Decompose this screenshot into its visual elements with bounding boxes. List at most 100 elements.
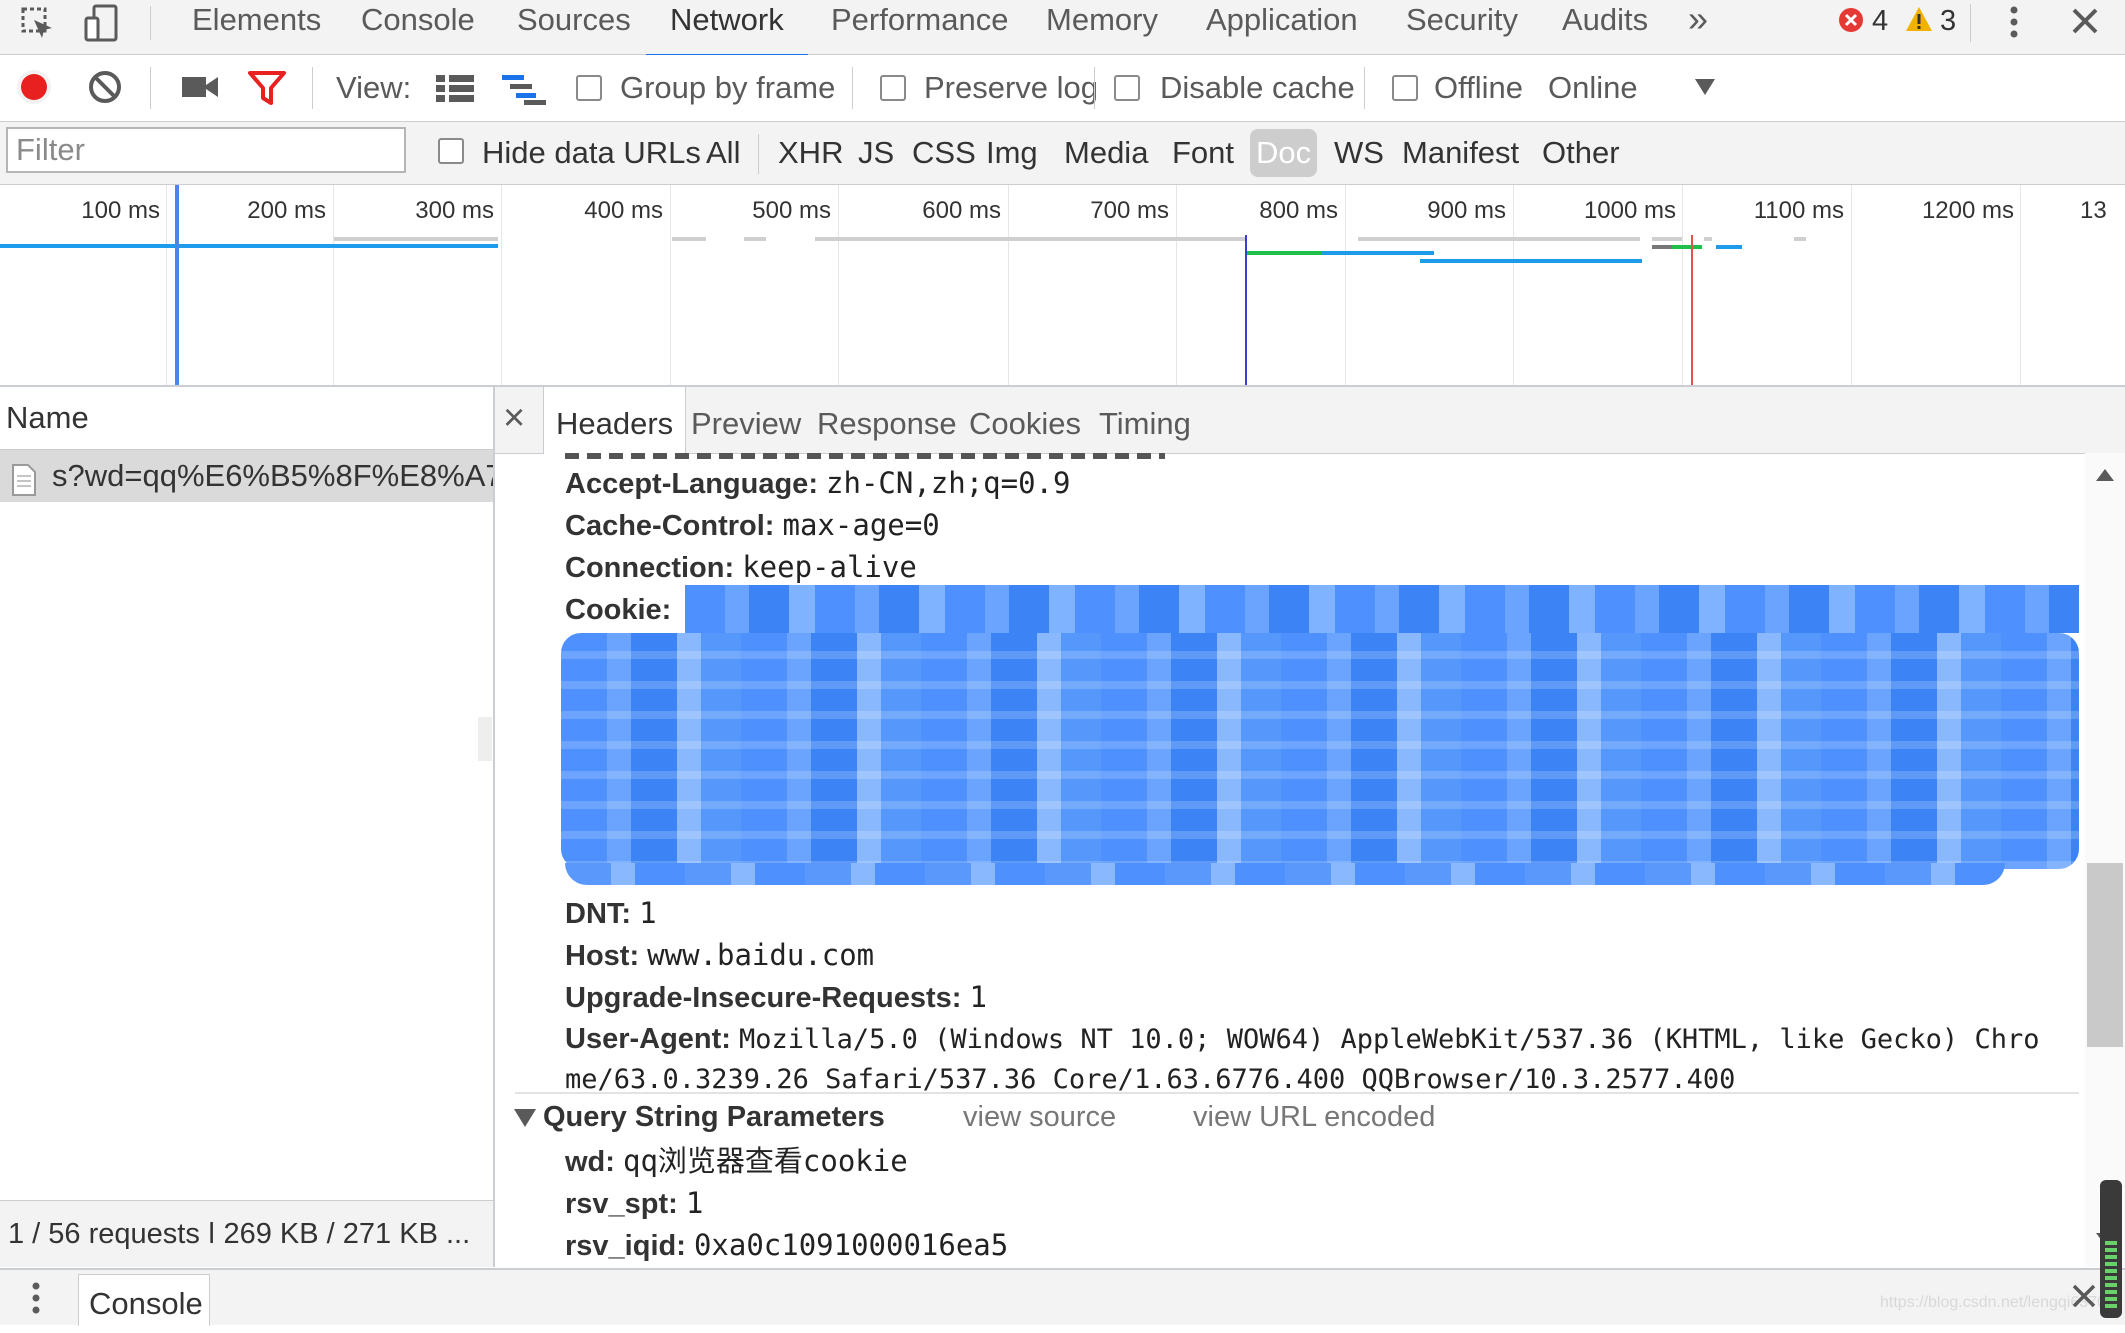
tab-console[interactable]: Console <box>361 0 475 54</box>
header-row: Cache-Control: max-age=0 <box>565 505 940 546</box>
filter-type-xhr[interactable]: XHR <box>778 122 843 184</box>
scrollbar-track[interactable] <box>2085 453 2125 1267</box>
tab-audits[interactable]: Audits <box>1562 0 1648 54</box>
request-name: s?wd=qq%E6%B5%8F%E8%A7... <box>52 458 493 493</box>
waterfall-overview-icon[interactable] <box>502 75 546 105</box>
header-value: 1 <box>639 896 657 930</box>
inspect-element-icon[interactable] <box>20 6 56 42</box>
error-count: 4 <box>1872 5 1889 37</box>
preserve-log-checkbox[interactable] <box>880 75 906 101</box>
redacted-cookie-value <box>561 633 2079 869</box>
view-label: View: <box>336 70 412 105</box>
scroll-up-icon[interactable] <box>2095 467 2115 483</box>
filter-type-media[interactable]: Media <box>1064 122 1148 184</box>
query-param-row: rsv_spt: 1 <box>565 1183 703 1224</box>
hide-data-urls-checkbox[interactable] <box>438 138 464 164</box>
header-key: Connection: <box>565 552 735 584</box>
name-column-title: Name <box>6 400 89 435</box>
screenshot-camera-icon[interactable] <box>180 73 220 101</box>
section-toggle-icon[interactable] <box>513 1107 537 1129</box>
query-section-title[interactable]: Query String Parameters <box>543 1097 885 1137</box>
redacted-cookie-value <box>565 863 2005 885</box>
warning-icon[interactable] <box>1905 6 1933 32</box>
filter-type-manifest[interactable]: Manifest <box>1402 122 1519 184</box>
request-row[interactable]: s?wd=qq%E6%B5%8F%E8%A7... <box>0 450 493 502</box>
kebab-menu-icon[interactable] <box>2004 4 2024 40</box>
scrollbar-thumb[interactable] <box>2087 863 2123 1047</box>
tab-application[interactable]: Application <box>1206 0 1358 54</box>
selection-marker[interactable] <box>175 185 179 385</box>
view-url-encoded-link[interactable]: view URL encoded <box>1193 1097 1435 1137</box>
close-drawer-icon[interactable] <box>2070 1282 2098 1310</box>
tab-memory[interactable]: Memory <box>1046 0 1158 54</box>
device-toolbar-icon[interactable] <box>84 4 120 44</box>
error-icon[interactable] <box>1838 7 1864 33</box>
redacted-cookie-value <box>685 585 2079 633</box>
tab-sources[interactable]: Sources <box>517 0 631 54</box>
close-devtools-icon[interactable] <box>2070 6 2100 36</box>
request-bar <box>1672 245 1702 249</box>
hide-data-urls-label: Hide data URLs <box>482 135 701 170</box>
group-by-frame-checkbox[interactable] <box>576 75 602 101</box>
tab-cookies[interactable]: Cookies <box>969 387 1081 453</box>
more-tabs-icon[interactable]: » <box>1688 0 1708 54</box>
filter-type-img[interactable]: Img <box>986 122 1038 184</box>
request-bar <box>1716 245 1742 249</box>
filter-type-doc[interactable]: Doc <box>1250 129 1318 177</box>
drawer-tab-console[interactable]: Console <box>78 1274 210 1326</box>
header-row: Host: www.baidu.com <box>565 935 874 976</box>
request-bar <box>1358 237 1640 241</box>
header-key: Accept-Language: <box>565 468 818 500</box>
header-row: Cookie: <box>565 589 671 630</box>
filter-type-font[interactable]: Font <box>1172 122 1234 184</box>
tick-label: 1100 ms <box>1753 197 1844 224</box>
view-source-link[interactable]: view source <box>963 1097 1116 1137</box>
header-value: Mozilla/5.0 (Windows NT 10.0; WOW64) App… <box>739 1024 2040 1055</box>
request-bar <box>0 244 498 248</box>
filter-type-ws[interactable]: WS <box>1334 122 1384 184</box>
resize-handle[interactable] <box>478 717 492 761</box>
tab-headers[interactable]: Headers <box>543 387 687 454</box>
filter-type-all[interactable]: All <box>706 122 740 184</box>
network-toolbar: View: Group by frame Preserve log Disabl… <box>0 55 2125 122</box>
header-value: keep-alive <box>742 550 917 584</box>
filter-type-other[interactable]: Other <box>1542 122 1620 184</box>
tick-label: 100 ms <box>81 197 160 224</box>
header-value: zh-CN,zh;q=0.9 <box>826 466 1071 500</box>
filter-icon[interactable] <box>248 71 286 105</box>
network-overview[interactable]: 100 ms 200 ms 300 ms 400 ms 500 ms 600 m… <box>0 185 2125 387</box>
tab-elements[interactable]: Elements <box>192 0 321 54</box>
tab-network[interactable]: Network <box>646 0 808 57</box>
tick-label: 900 ms <box>1427 197 1506 224</box>
header-row: Accept-Language: zh-CN,zh;q=0.9 <box>565 463 1070 504</box>
offline-checkbox[interactable] <box>1392 75 1418 101</box>
header-key: Cookie: <box>565 594 672 626</box>
param-key: wd: <box>565 1146 615 1178</box>
throttling-select[interactable]: Online <box>1548 55 1638 121</box>
param-value: qq浏览器查看cookie <box>623 1144 908 1178</box>
request-bar <box>1322 251 1434 255</box>
close-icon[interactable]: × <box>503 387 525 449</box>
request-bar <box>334 237 498 241</box>
offline-label: Offline <box>1434 70 1524 105</box>
drawer-menu-icon[interactable] <box>26 1280 46 1316</box>
tab-preview[interactable]: Preview <box>691 387 801 453</box>
record-button[interactable] <box>16 69 52 105</box>
filter-bar: Hide data URLs All XHR JS CSS Img Media … <box>0 122 2125 185</box>
filter-type-css[interactable]: CSS <box>912 122 976 184</box>
disable-cache-checkbox[interactable] <box>1114 75 1140 101</box>
chevron-down-icon[interactable] <box>1694 77 1716 97</box>
tab-timing[interactable]: Timing <box>1099 387 1191 453</box>
tab-performance[interactable]: Performance <box>831 0 1008 54</box>
tab-security[interactable]: Security <box>1406 0 1518 54</box>
clear-icon[interactable] <box>88 70 122 104</box>
tick-label: 300 ms <box>415 197 494 224</box>
filter-type-js[interactable]: JS <box>858 122 894 184</box>
filter-input[interactable] <box>6 127 406 173</box>
tick-label: 700 ms <box>1090 197 1169 224</box>
tab-response[interactable]: Response <box>817 387 957 453</box>
header-value: 1 <box>969 980 987 1014</box>
request-bar <box>1652 237 1682 241</box>
name-column-header[interactable]: Name <box>0 387 493 450</box>
large-rows-icon[interactable] <box>436 75 474 103</box>
